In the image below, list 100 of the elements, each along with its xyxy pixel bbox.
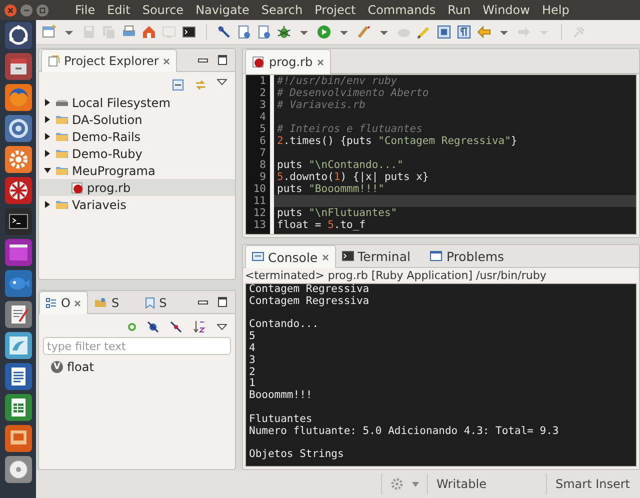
- menu-item[interactable]: Run: [442, 3, 477, 17]
- menu-item[interactable]: File: [69, 3, 102, 17]
- menu-item[interactable]: Help: [536, 3, 576, 17]
- dolphin-icon[interactable]: [4, 331, 32, 360]
- hide-static-icon[interactable]: [170, 320, 182, 332]
- console-line: Numero flutuante: 5.0 Adicionando 4.3: Total= 9.3: [249, 426, 560, 438]
- frame-icon[interactable]: [436, 24, 452, 40]
- maximize-icon[interactable]: [218, 297, 227, 307]
- close-icon[interactable]: [4, 4, 17, 16]
- outline-item[interactable]: float: [67, 360, 94, 374]
- code-line: puts "\nFlutuantes": [276, 207, 398, 219]
- menu-item[interactable]: Project: [308, 3, 362, 17]
- explorer-icon: [48, 55, 60, 67]
- line-number: 5: [258, 123, 266, 135]
- filter-field[interactable]: type filter text: [43, 337, 231, 355]
- panel-tab[interactable]: Console: [245, 245, 336, 268]
- line-number: 11: [252, 195, 266, 207]
- spreadsheet-icon[interactable]: [4, 393, 32, 422]
- code-line: #!/usr/bin/env ruby: [276, 75, 398, 87]
- file-cabinet-icon[interactable]: [4, 52, 32, 81]
- menu-item[interactable]: Search: [255, 3, 309, 17]
- close-icon[interactable]: [322, 254, 329, 260]
- notepad-icon[interactable]: [4, 300, 32, 329]
- run-icon[interactable]: [316, 24, 332, 40]
- code-line: 2.times() {puts "Contagem Regressiva"}: [276, 135, 518, 147]
- console-line: Contagem Regressiva: [249, 296, 370, 308]
- panel-tab[interactable]: Terminal: [336, 246, 424, 267]
- hide-fields-icon[interactable]: [147, 320, 159, 332]
- close-icon[interactable]: [316, 58, 324, 66]
- terminal-icon[interactable]: [4, 207, 32, 236]
- fish-icon[interactable]: [4, 269, 32, 298]
- code-line: puts "Booommm!!!": [276, 183, 386, 195]
- console-line: Objetos Strings: [249, 449, 345, 461]
- folder-icon: [55, 148, 69, 159]
- variable-icon: V: [51, 361, 63, 373]
- panel-tab[interactable]: S: [139, 292, 187, 313]
- document-icon[interactable]: [4, 362, 32, 391]
- tree-item[interactable]: Local Filesystem: [39, 94, 235, 111]
- process-status-label: <terminated> prog.rb [Ruby Application] /usr/bin/ruby: [244, 268, 548, 283]
- view-menu-icon[interactable]: [217, 79, 227, 85]
- code-line: # Desenvolvimento Aberto: [276, 87, 430, 99]
- tree-item[interactable]: prog.rb: [39, 179, 235, 196]
- panel-tab[interactable]: O: [39, 291, 88, 314]
- console-line: Booommm!!!: [249, 390, 314, 402]
- ubuntu-logo-icon[interactable]: [4, 21, 32, 50]
- gear-icon[interactable]: [4, 145, 32, 174]
- presentation-icon[interactable]: [4, 424, 32, 453]
- menu-item[interactable]: Edit: [101, 3, 136, 17]
- code-line: 5.downto(1) {|x| puts x}: [276, 171, 430, 183]
- status-text: Smart Insert: [555, 477, 630, 491]
- bug-icon[interactable]: [276, 24, 292, 40]
- house-icon[interactable]: [141, 24, 157, 40]
- window-icon: [430, 251, 442, 262]
- pencil-icon[interactable]: [416, 24, 432, 40]
- tree-item[interactable]: Variaveis: [39, 196, 235, 213]
- tree-item[interactable]: Demo-Rails: [39, 128, 235, 145]
- console-line: Contagem Regressiva: [249, 284, 370, 296]
- line-number: 9: [258, 171, 266, 183]
- console-line: Flutuantes: [249, 414, 314, 426]
- terminal-icon[interactable]: [181, 24, 197, 40]
- panel-tab[interactable]: Problems: [424, 246, 518, 267]
- console-line: Contando...: [249, 319, 320, 331]
- ruby-file-icon: [252, 56, 265, 68]
- line-number: 6: [258, 135, 266, 147]
- panel-tab[interactable]: S: [88, 292, 140, 313]
- line-number: 2: [258, 87, 266, 99]
- console-icon: [252, 252, 264, 262]
- line-number: 4: [258, 111, 266, 123]
- web-icon[interactable]: [4, 176, 32, 205]
- folder-icon: [55, 165, 69, 176]
- sort-az-icon[interactable]: [193, 320, 206, 333]
- code-line: puts "\nContando...": [276, 159, 404, 171]
- tree-item[interactable]: MeuPrograma: [39, 162, 235, 179]
- close-icon[interactable]: [162, 58, 170, 64]
- tree-item[interactable]: DA-Solution: [39, 111, 235, 128]
- code-line: float = 5.to_f: [276, 219, 367, 231]
- view-menu-icon[interactable]: [217, 324, 227, 330]
- new-file-icon[interactable]: [41, 24, 57, 40]
- close-icon[interactable]: [74, 300, 82, 306]
- status-text: Writable: [436, 477, 486, 491]
- menu-item[interactable]: Source: [136, 3, 190, 17]
- expanded-arrow-icon[interactable]: [43, 166, 52, 175]
- panel-tab[interactable]: Project Explorer: [41, 49, 177, 72]
- folder-icon: [55, 199, 69, 210]
- browser-icon[interactable]: [4, 83, 32, 112]
- folder-icon: [94, 297, 108, 308]
- bookmark-icon: [145, 296, 156, 308]
- menu-item[interactable]: Window: [476, 3, 536, 17]
- caret-icon[interactable]: [412, 482, 420, 486]
- collapse-all-icon[interactable]: [172, 79, 184, 91]
- tree-item[interactable]: Demo-Ruby: [39, 145, 235, 162]
- menu-item[interactable]: Commands: [362, 3, 442, 17]
- window-icon[interactable]: [4, 238, 32, 267]
- collapsed-arrow-icon[interactable]: [43, 200, 52, 209]
- maximize-icon[interactable]: [218, 55, 227, 65]
- folder-icon: [55, 114, 69, 125]
- menu-item[interactable]: Navigate: [190, 3, 256, 17]
- paragraph-icon[interactable]: [456, 24, 472, 40]
- line-number: 13: [252, 219, 266, 231]
- editor-tab[interactable]: prog.rb: [245, 49, 331, 74]
